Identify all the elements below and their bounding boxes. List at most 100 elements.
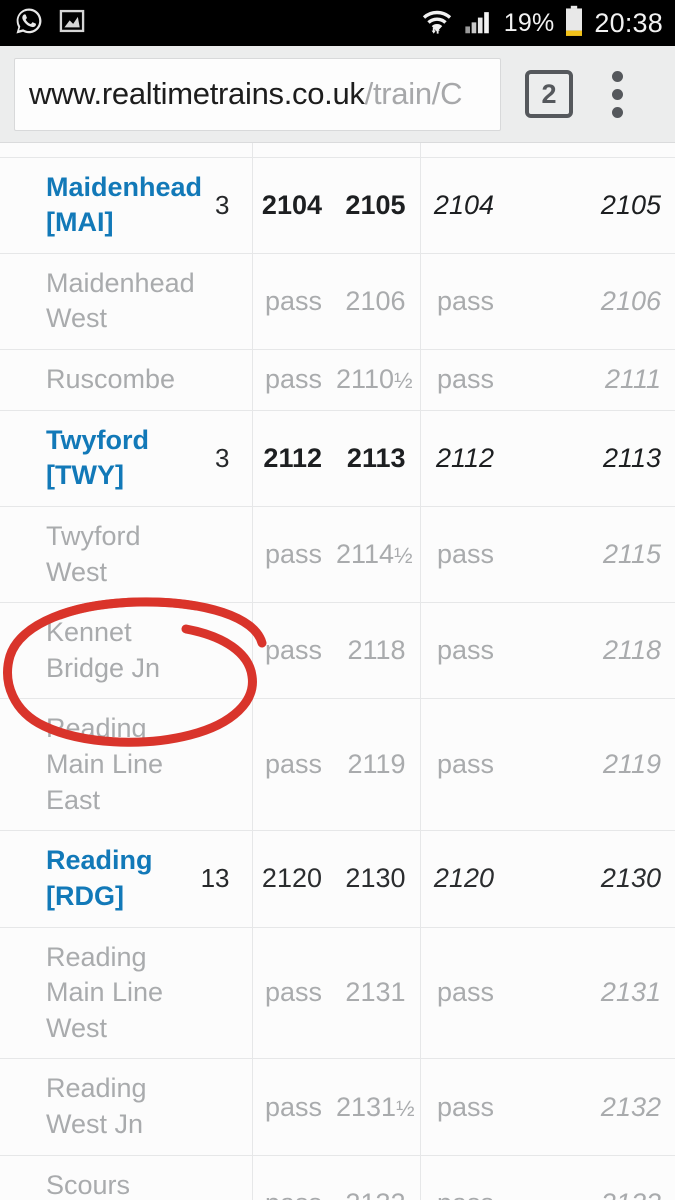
actual-arrival-value: pass: [436, 977, 494, 1008]
actual-arrival-value: 2120: [433, 863, 494, 894]
actual-arrival: 2112: [419, 410, 508, 507]
scheduled-arrival-value: 2104: [261, 189, 322, 220]
platform-label: 3: [215, 189, 230, 220]
actual-departure-value: 2113: [602, 442, 661, 473]
scheduled-departure: 2113: [336, 410, 420, 507]
location-cell: Maidenhead West: [0, 253, 196, 351]
scheduled-departure-value: 2132: [345, 1188, 405, 1200]
table-row: Maidenhead [MAI] 3 2104 2105 2104 2105: [0, 157, 675, 254]
scheduled-departure: 2130: [336, 830, 420, 928]
location-cell: Reading Main Line West: [0, 927, 196, 1060]
actual-arrival-value: pass: [436, 1091, 494, 1122]
overflow-menu-icon[interactable]: [611, 70, 623, 118]
actual-departure: 2113: [508, 410, 675, 507]
scheduled-departure: 2106: [336, 253, 420, 351]
platform-cell: [196, 1058, 252, 1156]
station-link[interactable]: Reading [RDG]: [46, 845, 153, 911]
scheduled-arrival: 2120: [251, 830, 336, 928]
scheduled-arrival-value: pass: [264, 364, 322, 395]
scheduled-departure: 2131½: [336, 1058, 420, 1156]
platform-cell: 13: [196, 830, 252, 928]
actual-arrival: pass: [419, 698, 508, 832]
table-row: Reading Main Line East pass 2119 pass 2119: [0, 698, 675, 832]
location-cell: Ruscombe: [0, 349, 196, 411]
scheduled-departure-value: 2114½: [336, 539, 413, 569]
actual-departure: 2132: [508, 1155, 675, 1200]
location-cell[interactable]: Maidenhead [MAI]: [0, 157, 202, 254]
actual-arrival: pass: [419, 602, 508, 700]
platform-cell: [196, 602, 252, 700]
location-cell: Reading Main Line East: [0, 698, 196, 832]
platform-label: 13: [200, 863, 230, 894]
platform-cell: 3: [196, 157, 252, 254]
actual-arrival-value: pass: [436, 539, 494, 569]
status-bar: 19% 20:38: [0, 0, 675, 46]
scheduled-arrival: pass: [251, 349, 336, 411]
scheduled-departure: 2131: [336, 927, 420, 1060]
scheduled-departure: 2118: [336, 602, 420, 700]
actual-departure-value: 2118: [602, 635, 661, 666]
actual-arrival: pass: [419, 927, 508, 1060]
actual-departure-value: 2119: [602, 749, 661, 780]
actual-departure: 2106: [508, 253, 675, 351]
scheduled-departure-value: 2110½: [336, 364, 413, 395]
scheduled-arrival-value: pass: [264, 977, 322, 1008]
actual-departure-value: 2132: [601, 1188, 661, 1200]
scheduled-departure-value: 2105: [345, 189, 406, 220]
scheduled-departure-value: 2131: [345, 977, 406, 1008]
actual-departure: 2118: [508, 602, 675, 700]
scheduled-arrival: pass: [251, 1058, 336, 1156]
scheduled-departure-value: 2106: [345, 285, 406, 316]
url-path-text: /train/C: [364, 76, 463, 111]
menu-dot: [611, 106, 623, 118]
scheduled-departure-value: 2118: [347, 635, 406, 666]
scheduled-departure: 2132: [336, 1155, 420, 1200]
scheduled-departure-value: 2113: [346, 442, 406, 473]
scheduled-departure-value: 2131½: [336, 1091, 415, 1122]
actual-arrival-value: 2112: [435, 442, 494, 473]
scheduled-arrival-value: pass: [264, 749, 322, 780]
station-link[interactable]: Maidenhead [MAI]: [46, 172, 202, 238]
actual-departure: 2105: [508, 157, 675, 254]
platform-cell: [196, 698, 252, 832]
table-row: Reading West Jn pass 2131½ pass 2132: [0, 1058, 675, 1156]
platform-cell: 3: [196, 410, 252, 507]
scheduled-arrival: pass: [251, 1155, 336, 1200]
scheduled-arrival-value: pass: [264, 285, 322, 316]
actual-arrival: pass: [419, 506, 508, 604]
clock-label: 20:38: [594, 7, 663, 38]
actual-arrival: pass: [419, 1155, 508, 1200]
platform-label: 3: [215, 442, 230, 473]
battery-percent-label: 19%: [503, 8, 555, 37]
tab-count-label: 2: [541, 78, 557, 109]
url-bar[interactable]: www.realtimetrains.co.uk/train/C: [14, 57, 501, 131]
scheduled-arrival: pass: [251, 506, 336, 604]
actual-departure-value: 2132: [600, 1091, 661, 1122]
actual-departure: 2111: [508, 349, 675, 411]
actual-departure: 2130: [508, 830, 675, 928]
platform-cell: [196, 1155, 252, 1200]
menu-dot: [611, 70, 623, 82]
scheduled-arrival: pass: [251, 698, 336, 832]
actual-arrival-value: pass: [436, 285, 494, 316]
scheduled-arrival: pass: [251, 927, 336, 1060]
table-row: Ruscombe pass 2110½ pass 2111: [0, 349, 675, 411]
schedule-rows: Maidenhead [MAI] 3 2104 2105 2104 2105 Maidenh…: [0, 143, 675, 1200]
location-label: Reading Main Line West: [46, 941, 164, 1043]
scheduled-departure-value: 2130: [345, 863, 406, 894]
location-cell[interactable]: Reading [RDG]: [0, 830, 196, 928]
battery-icon: [564, 5, 584, 42]
tab-counter-button[interactable]: 2: [525, 70, 573, 118]
actual-arrival-value: pass: [437, 1188, 494, 1200]
actual-arrival: 2104: [419, 157, 508, 254]
status-bar-notifications: [14, 6, 86, 41]
location-cell: Reading West Jn: [0, 1058, 196, 1156]
actual-arrival: 2120: [419, 830, 508, 928]
location-label: Scours Lane Jn: [46, 1169, 131, 1200]
scheduled-arrival-value: pass: [264, 539, 322, 569]
browser-toolbar: www.realtimetrains.co.uk/train/C 2: [0, 46, 675, 143]
location-cell[interactable]: Twyford [TWY]: [0, 410, 196, 507]
station-link[interactable]: Twyford [TWY]: [46, 425, 149, 491]
scheduled-arrival-value: pass: [265, 1188, 322, 1200]
partial-cell: [336, 143, 420, 158]
